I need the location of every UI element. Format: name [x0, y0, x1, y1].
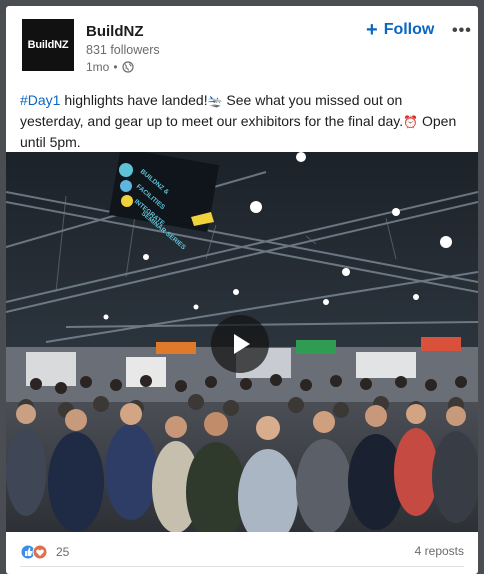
logo-text: BuildNZ — [27, 39, 69, 51]
play-button[interactable] — [211, 315, 269, 373]
divider — [20, 566, 464, 567]
alarm-clock-icon: ⏰ — [403, 115, 419, 129]
globe-icon — [121, 61, 134, 73]
company-logo[interactable]: BuildNZ — [22, 19, 74, 71]
video-thumbnail[interactable]: BUILDNZ & FACILITIES INTEGRATE SEMINAR S… — [6, 152, 478, 532]
follow-label: Follow — [383, 21, 435, 38]
post-card: BuildNZ BuildNZ 831 followers 1mo • + Fo… — [6, 6, 478, 574]
hashtag-link[interactable]: #Day1 — [20, 92, 60, 108]
play-icon — [234, 334, 250, 354]
post-text: #Day1 highlights have landed!🛬 See what … — [20, 90, 468, 152]
follower-count: 831 followers — [86, 43, 160, 57]
post-footer: 25 4 reposts — [6, 532, 478, 574]
reactions-summary[interactable]: 25 — [20, 544, 69, 560]
meta-separator: • — [113, 60, 118, 74]
airplane-icon: 🛬 — [207, 94, 223, 108]
reaction-icons — [20, 544, 48, 560]
reactions-count: 25 — [56, 545, 70, 559]
company-name[interactable]: BuildNZ — [86, 23, 144, 40]
post-text-part-1: highlights have landed! — [60, 92, 208, 108]
follow-button[interactable]: + Follow — [366, 19, 435, 41]
plus-icon: + — [366, 19, 378, 41]
more-options-icon[interactable]: ••• — [452, 22, 472, 40]
reposts-count[interactable]: 4 reposts — [415, 544, 464, 558]
post-meta: 1mo • — [86, 60, 134, 74]
post-age: 1mo — [86, 60, 110, 74]
